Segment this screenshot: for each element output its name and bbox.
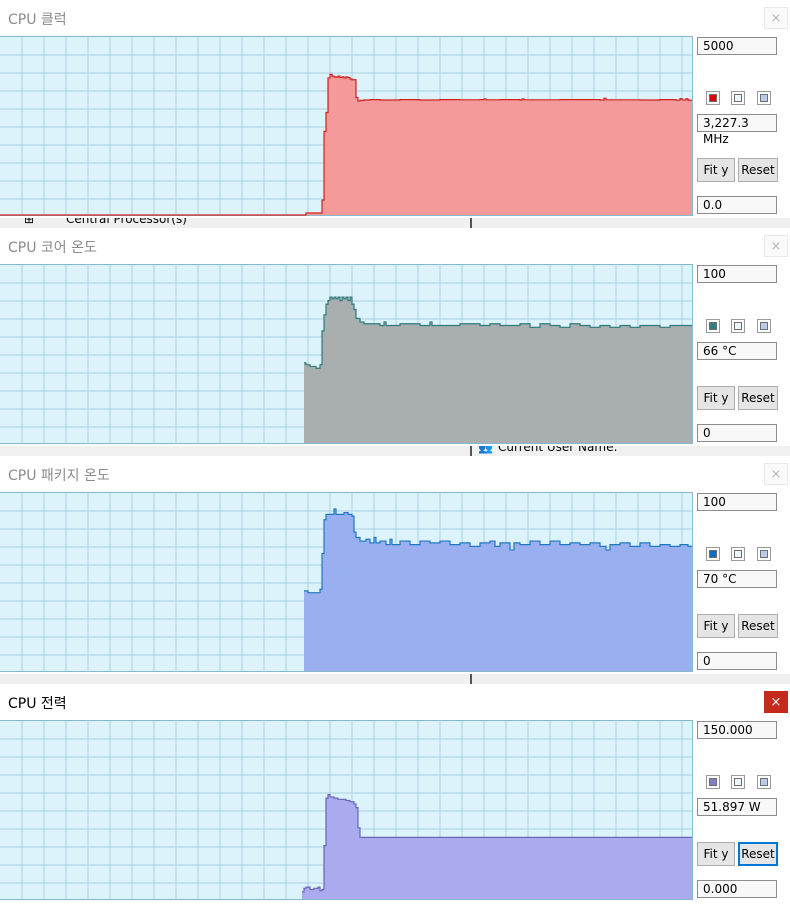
reset-button[interactable]: Reset bbox=[738, 158, 778, 182]
swatch-fill bbox=[760, 778, 768, 786]
swatch-fill bbox=[709, 778, 717, 786]
window-titlebar[interactable]: CPU 패키지 온도 × bbox=[0, 456, 790, 492]
graph-plot-area[interactable] bbox=[0, 36, 693, 216]
graph-svg bbox=[0, 265, 692, 443]
window-titlebar[interactable]: CPU 코어 온도 × bbox=[0, 228, 790, 264]
swatch-fill bbox=[709, 94, 717, 102]
swatch-fill bbox=[734, 94, 742, 102]
fit-y-button[interactable]: Fit y bbox=[697, 386, 735, 410]
graph-svg bbox=[0, 721, 692, 899]
current-value-field: 66 °C bbox=[697, 342, 777, 360]
line-color-swatch-icon[interactable] bbox=[706, 319, 720, 333]
reset-button[interactable]: Reset bbox=[738, 386, 778, 410]
swatch-fill bbox=[734, 322, 742, 330]
fill-color-swatch-icon[interactable] bbox=[731, 775, 745, 789]
background-label: Current User Name: bbox=[498, 446, 618, 454]
line-color-swatch-icon[interactable] bbox=[706, 91, 720, 105]
graph-side-panel: 100 70 °C Fit y Reset 0 bbox=[696, 492, 788, 678]
current-value-field: 51.897 W bbox=[697, 798, 777, 816]
reset-button[interactable]: Reset bbox=[738, 614, 778, 638]
background-window-strip: ⊞ Central Processor(s) bbox=[0, 218, 790, 228]
y-min-field[interactable]: 0 bbox=[697, 424, 777, 442]
cpu-package-temp-graph-window: CPU 패키지 온도 × 100 70 °C Fit y Reset 0 bbox=[0, 456, 790, 684]
graph-svg bbox=[0, 37, 692, 216]
fill-color-swatch-icon[interactable] bbox=[731, 91, 745, 105]
window-title: CPU 클럭 bbox=[8, 12, 67, 28]
pane-divider bbox=[470, 674, 472, 684]
background-color-swatch-icon[interactable] bbox=[757, 91, 771, 105]
swatch-fill bbox=[760, 94, 768, 102]
pane-divider bbox=[470, 446, 472, 456]
swatch-fill bbox=[760, 550, 768, 558]
background-label: Central Processor(s) bbox=[66, 218, 187, 226]
close-button[interactable]: × bbox=[764, 691, 788, 713]
series-area bbox=[302, 794, 692, 899]
swatch-fill bbox=[760, 322, 768, 330]
window-titlebar[interactable]: CPU 전력 × bbox=[0, 684, 790, 720]
series-area bbox=[304, 509, 692, 671]
background-window-strip: 👥 Current User Name: bbox=[0, 446, 790, 456]
y-max-field[interactable]: 100 bbox=[697, 265, 777, 283]
swatch-fill bbox=[734, 778, 742, 786]
graph-plot-area[interactable] bbox=[0, 264, 693, 444]
close-button[interactable]: × bbox=[764, 463, 788, 485]
cpu-clock-graph-window: CPU 클럭 × 5000 3,227.3 MHz Fit y Reset 0.… bbox=[0, 0, 790, 228]
y-max-field[interactable]: 5000 bbox=[697, 37, 777, 55]
close-button[interactable]: × bbox=[764, 7, 788, 29]
window-title: CPU 코어 온도 bbox=[8, 240, 97, 256]
y-min-field[interactable]: 0 bbox=[697, 652, 777, 670]
y-max-field[interactable]: 100 bbox=[697, 493, 777, 511]
pane-divider bbox=[470, 218, 472, 228]
fill-color-swatch-icon[interactable] bbox=[731, 547, 745, 561]
close-button[interactable]: × bbox=[764, 235, 788, 257]
background-color-swatch-icon[interactable] bbox=[757, 775, 771, 789]
graph-side-panel: 150.000 51.897 W Fit y Reset 0.000 bbox=[696, 720, 788, 906]
cpu-core-temp-graph-window: CPU 코어 온도 × 100 66 °C Fit y Reset 0 bbox=[0, 228, 790, 456]
background-color-swatch-icon[interactable] bbox=[757, 547, 771, 561]
line-color-swatch-icon[interactable] bbox=[706, 775, 720, 789]
cpu-power-graph-window: CPU 전력 × 150.000 51.897 W Fit y Reset 0.… bbox=[0, 684, 790, 912]
current-value-field: 70 °C bbox=[697, 570, 777, 588]
current-value-field: 3,227.3 MHz bbox=[697, 114, 777, 146]
graph-plot-area[interactable] bbox=[0, 492, 693, 672]
graph-plot-area[interactable] bbox=[0, 720, 693, 900]
graph-side-panel: 5000 3,227.3 MHz Fit y Reset 0.0 bbox=[696, 36, 788, 222]
background-window-strip bbox=[0, 674, 790, 684]
swatch-fill bbox=[709, 550, 717, 558]
tree-expander-icon: ⊞ bbox=[24, 218, 35, 226]
swatch-fill bbox=[734, 550, 742, 558]
y-min-field[interactable]: 0.0 bbox=[697, 196, 777, 214]
fit-y-button[interactable]: Fit y bbox=[697, 158, 735, 182]
fit-y-button[interactable]: Fit y bbox=[697, 842, 735, 866]
graph-side-panel: 100 66 °C Fit y Reset 0 bbox=[696, 264, 788, 450]
graph-svg bbox=[0, 493, 692, 671]
background-color-swatch-icon[interactable] bbox=[757, 319, 771, 333]
window-title: CPU 패키지 온도 bbox=[8, 468, 110, 484]
reset-button[interactable]: Reset bbox=[738, 842, 778, 866]
fill-color-swatch-icon[interactable] bbox=[731, 319, 745, 333]
window-titlebar[interactable]: CPU 클럭 × bbox=[0, 0, 790, 36]
fit-y-button[interactable]: Fit y bbox=[697, 614, 735, 638]
y-max-field[interactable]: 150.000 bbox=[697, 721, 777, 739]
line-color-swatch-icon[interactable] bbox=[706, 547, 720, 561]
window-title: CPU 전력 bbox=[8, 696, 67, 712]
user-icon: 👥 bbox=[478, 446, 493, 454]
y-min-field[interactable]: 0.000 bbox=[697, 880, 777, 898]
swatch-fill bbox=[709, 322, 717, 330]
